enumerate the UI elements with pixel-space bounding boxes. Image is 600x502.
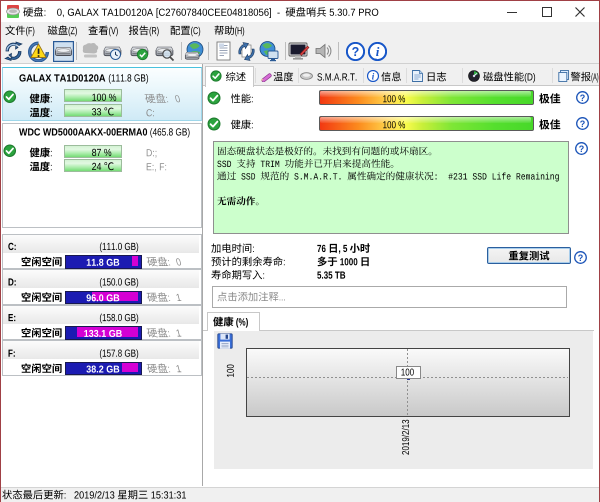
svg-text:?: ? xyxy=(579,118,585,128)
svg-text:i: i xyxy=(376,44,380,59)
svg-text:?: ? xyxy=(578,143,584,153)
svg-text:?: ? xyxy=(577,252,583,262)
svg-text:?: ? xyxy=(352,45,360,59)
svg-text:?: ? xyxy=(579,92,585,102)
